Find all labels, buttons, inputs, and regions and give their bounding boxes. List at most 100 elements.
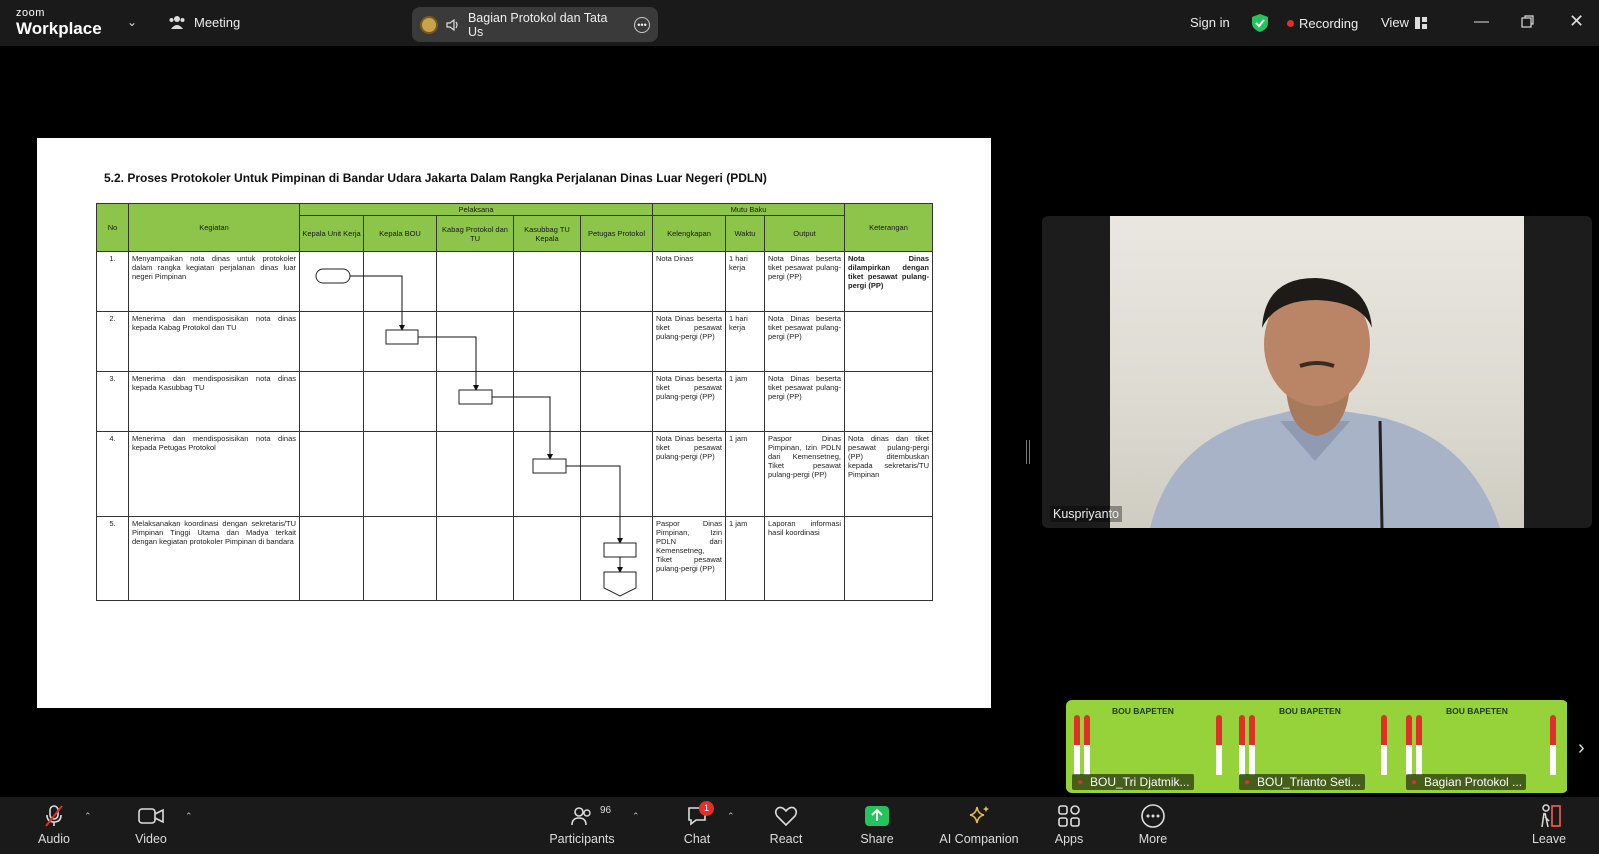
participants-label: Participants (549, 832, 615, 846)
speaker-icon (446, 18, 458, 31)
participant-thumbnail[interactable]: BOU BAPETEN ● Bagian Protokol ... (1400, 700, 1567, 793)
speaker-video-tile[interactable]: Kuspriyanto (1042, 216, 1592, 528)
row-kegiatan: Melaksanakan koordinasi dengan sekretari… (128, 516, 300, 601)
header-role: Petugas Protokol (580, 215, 653, 252)
lane-cell (580, 516, 653, 601)
row-waktu: 1 jam (725, 431, 765, 517)
participants-button[interactable]: 96 Participants (547, 803, 617, 846)
speaker-camera-feed (1110, 216, 1524, 528)
chevron-right-icon[interactable]: › (1578, 737, 1585, 760)
table-row: 4. Menerima dan mendisposisikan nota din… (96, 431, 933, 517)
lane-cell (299, 516, 364, 601)
lane-cell (436, 251, 514, 312)
zoom-logo: zoom Workplace (16, 8, 102, 38)
meeting-info-pill[interactable]: Bagian Protokol dan Tata Us ••• (412, 7, 658, 42)
table-row: 1. Menyampaikan nota dinas untuk protoko… (96, 251, 933, 312)
row-keterangan (844, 371, 933, 432)
row-waktu: 1 hari kerja (725, 311, 765, 372)
brand-large: Workplace (16, 19, 102, 38)
flag-decoration (1249, 715, 1255, 775)
chevron-up-icon[interactable]: ⌃ (632, 811, 640, 822)
video-label: Video (135, 832, 167, 846)
video-button[interactable]: Video (131, 803, 171, 846)
mic-muted-icon (45, 805, 63, 827)
chevron-up-icon[interactable]: ⌃ (84, 811, 92, 822)
meeting-label: Meeting (194, 14, 241, 30)
table-row: 5. Melaksanakan koordinasi dengan sekret… (96, 516, 933, 601)
view-button[interactable]: View (1381, 15, 1427, 30)
participant-name-text: BOU_Trianto Seti... (1257, 775, 1361, 789)
share-button[interactable]: Share (858, 803, 896, 846)
leave-label: Leave (1531, 832, 1567, 846)
header-role: Kabag Protokol dan TU (436, 215, 514, 252)
chevron-up-icon[interactable]: ⌃ (185, 811, 193, 822)
table-row: 3. Menerima dan mendisposisikan nota din… (96, 371, 933, 432)
grid-view-icon (1414, 16, 1427, 29)
shared-document: 5.2. Proses Protokoler Untuk Pimpinan di… (37, 138, 991, 708)
leave-button[interactable]: Leave (1531, 803, 1567, 846)
react-button[interactable]: React (767, 803, 805, 846)
row-output: Laporan informasi hasil koordinasi (764, 516, 845, 601)
header-kegiatan: Kegiatan (128, 203, 300, 252)
participant-thumbnail[interactable]: BOU BAPETEN ● BOU_Trianto Seti... (1233, 700, 1400, 793)
row-kegiatan: Menerima dan mendisposisikan nota dinas … (128, 431, 300, 517)
row-no: 1. (96, 251, 129, 312)
leave-icon (1541, 804, 1561, 828)
person-silhouette (1150, 278, 1500, 528)
share-label: Share (860, 832, 894, 846)
more-options-icon[interactable]: ••• (634, 16, 650, 33)
flag-decoration (1550, 715, 1556, 775)
more-label: More (1138, 832, 1168, 846)
row-output: Nota Dinas beserta tiket pesawat pulang-… (764, 311, 845, 372)
emblem-icon (420, 15, 438, 34)
meeting-menu[interactable]: Meeting (168, 14, 240, 30)
video-camera-icon (138, 808, 164, 824)
more-button[interactable]: More (1136, 803, 1170, 846)
lane-cell (580, 311, 653, 372)
lane-cell (363, 516, 437, 601)
chat-button[interactable]: 1 Chat (681, 801, 714, 846)
row-no: 5. (96, 516, 129, 601)
flag-decoration (1216, 715, 1222, 775)
muted-mic-icon: ● (1077, 777, 1084, 788)
muted-mic-icon: ● (1244, 777, 1251, 788)
lane-cell (513, 371, 581, 432)
flowchart-table: No Kegiatan Pelaksana Mutu Baku Keterang… (96, 203, 933, 601)
restore-icon[interactable] (1521, 15, 1534, 28)
lane-cell (513, 516, 581, 601)
row-keterangan: Nota Dinas dilampirkan dengan tiket pesa… (844, 251, 933, 312)
lane-cell (513, 311, 581, 372)
thumbnail-brand: BOU BAPETEN (1446, 706, 1508, 716)
lane-cell (580, 431, 653, 517)
participant-thumbnail[interactable]: BOU BAPETEN ● BOU_Tri Djatmik... (1066, 700, 1233, 793)
heart-icon (774, 806, 798, 827)
header-no: No (96, 203, 129, 252)
people-icon (169, 16, 185, 29)
ai-companion-button[interactable]: AI Companion (937, 803, 1021, 846)
audio-button[interactable]: Audio (34, 803, 74, 846)
chevron-up-icon[interactable]: ⌃ (727, 811, 735, 822)
sign-in-link[interactable]: Sign in (1190, 15, 1230, 30)
recording-indicator[interactable]: Recording (1287, 16, 1358, 31)
chevron-down-icon[interactable]: ⌄ (127, 15, 137, 29)
view-label: View (1381, 15, 1409, 30)
row-output: Paspor Dinas Pimpinan, Izin PDLN dari Ke… (764, 431, 845, 517)
row-kegiatan: Menerima dan mendisposisikan nota dinas … (128, 311, 300, 372)
react-label: React (769, 832, 803, 846)
lane-cell (299, 371, 364, 432)
more-icon (1141, 804, 1165, 828)
minimize-icon[interactable]: — (1474, 13, 1489, 30)
header-keterangan: Keterangan (844, 203, 933, 252)
close-icon[interactable]: ✕ (1569, 11, 1584, 32)
row-kelengkapan: Nota Dinas (652, 251, 726, 312)
panel-resize-handle[interactable] (1026, 440, 1030, 464)
shield-check-icon[interactable] (1251, 13, 1269, 33)
document-title: 5.2. Proses Protokoler Untuk Pimpinan di… (104, 171, 767, 185)
ai-companion-label: AI Companion (939, 832, 1019, 846)
header-waktu: Waktu (725, 215, 765, 252)
lane-cell (436, 371, 514, 432)
meeting-title: Bagian Protokol dan Tata Us (467, 10, 608, 39)
apps-button[interactable]: Apps (1052, 803, 1086, 846)
recording-dot-icon (1287, 20, 1294, 27)
chat-label: Chat (683, 832, 711, 846)
